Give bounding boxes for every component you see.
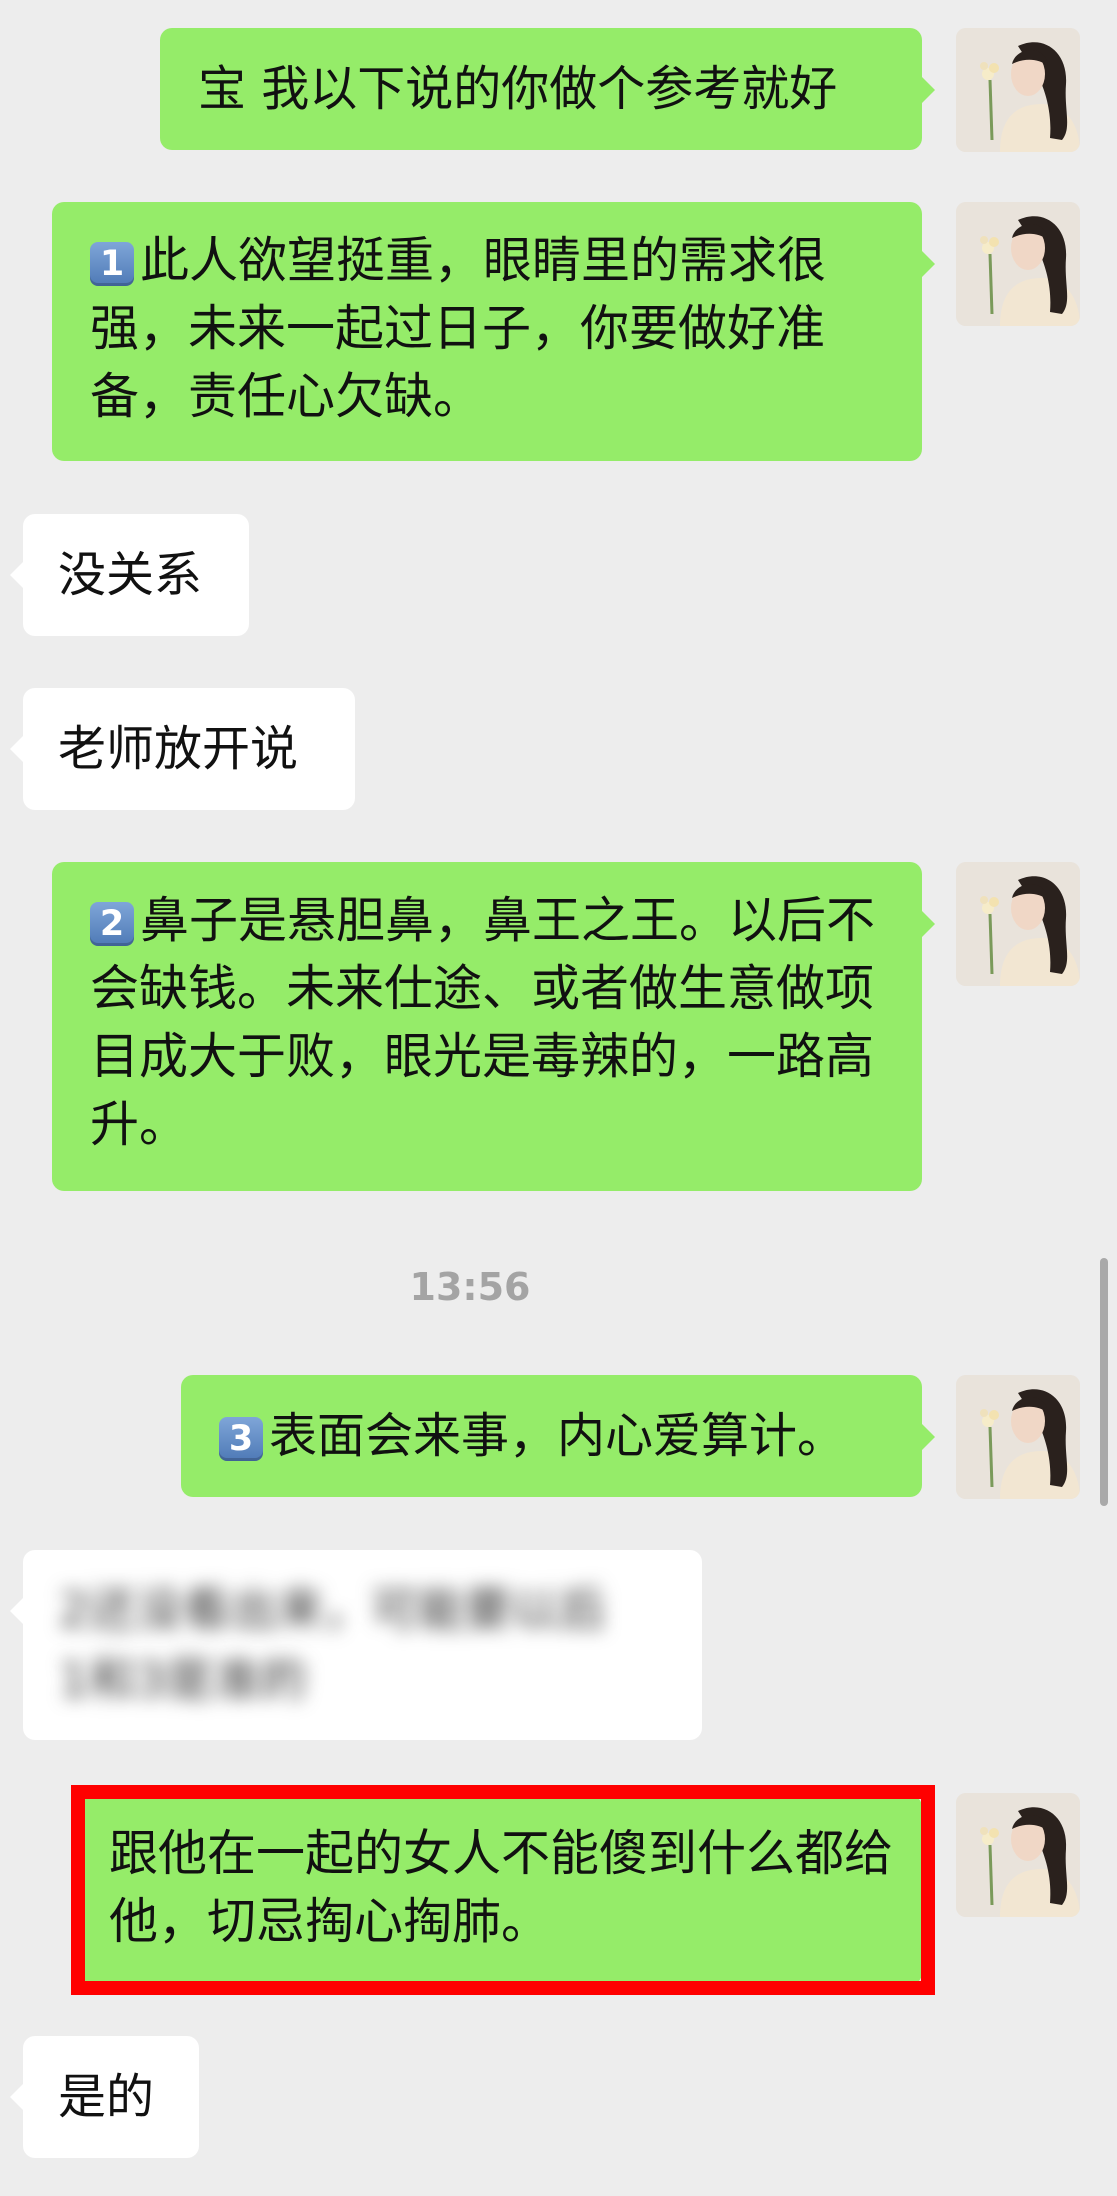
message-text: 表面会来事，内心爱算计。 (269, 1408, 846, 1464)
message-text: 鼻子是悬胆鼻，鼻王之王。以后不会缺钱。未来仕途、或者做生意做项目成大于败，眼光是… (90, 892, 876, 1153)
contact-avatar[interactable] (956, 28, 1080, 152)
keycap-number-badge: 2 (90, 902, 134, 946)
message-bubble-outgoing[interactable]: 宝 我以下说的你做个参考就好 (160, 28, 935, 150)
woman-with-flower-avatar-image (956, 28, 1080, 152)
contact-avatar[interactable] (956, 1793, 1080, 1917)
contact-avatar[interactable] (956, 202, 1080, 326)
woman-with-flower-avatar-image (956, 1375, 1080, 1499)
keycap-number-badge: 1 (90, 242, 134, 286)
message-bubble-incoming[interactable]: 老师放开说 (10, 688, 355, 810)
message-text: 宝 我以下说的你做个参考就好 (198, 61, 838, 117)
blurred-message-line: 2还没看出来，可能要以后 (59, 1583, 606, 1638)
message-timestamp: 13:56 (409, 1265, 531, 1309)
message-bubble-incoming[interactable]: 是的 (10, 2036, 199, 2158)
message-text: 没关系 (58, 547, 203, 603)
message-text: 老师放开说 (58, 721, 299, 777)
woman-with-flower-avatar-image (956, 1793, 1080, 1917)
message-bubble-outgoing[interactable]: 3 表面会来事，内心爱算计。 (181, 1375, 935, 1497)
contact-avatar[interactable] (956, 862, 1080, 986)
chat-scrollbar[interactable] (1100, 1258, 1108, 1506)
blurred-message-line: 1和3是准的 (59, 1653, 307, 1708)
message-bubble-incoming-blurred[interactable]: 2还没看出来，可能要以后 1和3是准的 (10, 1550, 702, 1740)
contact-avatar[interactable] (956, 1375, 1080, 1499)
woman-with-flower-avatar-image (956, 202, 1080, 326)
woman-with-flower-avatar-image (956, 862, 1080, 986)
message-bubble-incoming[interactable]: 没关系 (10, 514, 249, 636)
keycap-number-badge: 3 (219, 1417, 263, 1461)
message-bubble-outgoing[interactable]: 1 此人欲望挺重，眼睛里的需求很强，未来一起过日子，你要做好准备，责任心欠缺。 (52, 202, 935, 461)
message-text: 跟他在一起的女人不能傻到什么都给他，切忌掏心掏肺。 (109, 1825, 894, 1950)
message-text: 是的 (58, 2069, 155, 2125)
message-bubble-outgoing[interactable]: 2 鼻子是悬胆鼻，鼻王之王。以后不会缺钱。未来仕途、或者做生意做项目成大于败，眼光… (52, 862, 935, 1191)
message-text: 此人欲望挺重，眼睛里的需求很强，未来一起过日子，你要做好准备，责任心欠缺。 (90, 232, 827, 425)
message-bubble-outgoing-highlighted[interactable]: 跟他在一起的女人不能傻到什么都给他，切忌掏心掏肺。 (81, 1795, 935, 1985)
